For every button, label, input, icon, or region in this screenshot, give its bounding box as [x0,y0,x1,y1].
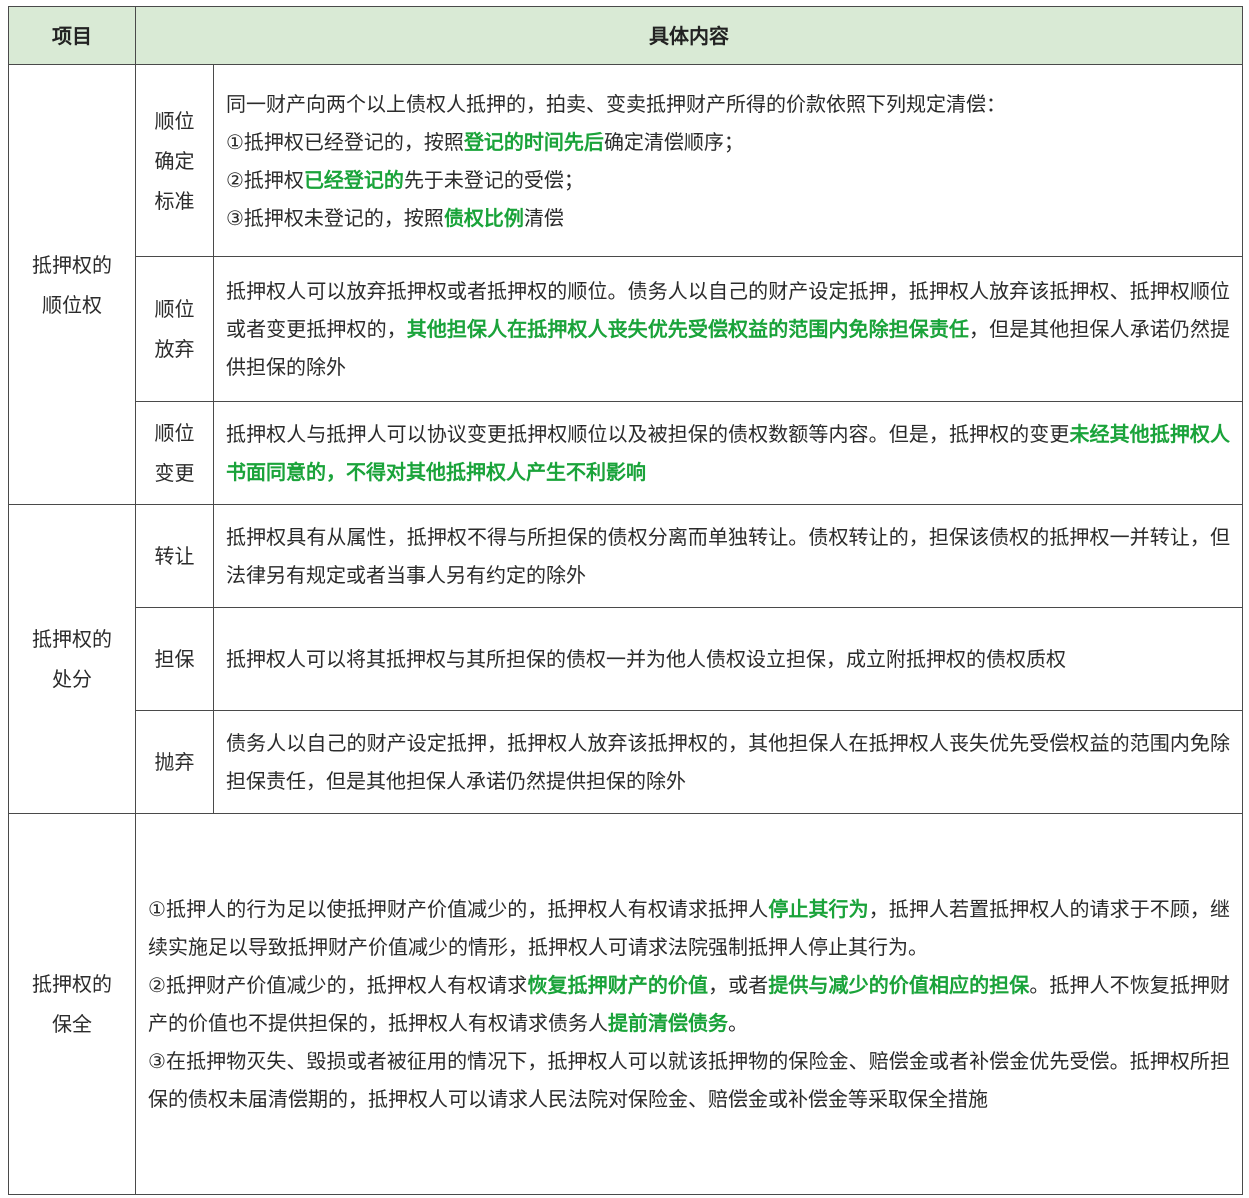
paragraph: ③抵押权未登记的，按照债权比例清偿 [226,199,1230,237]
content-change: 抵押权人与抵押人可以协议变更抵押权顺位以及被担保的债权数额等内容。但是，抵押权的… [213,401,1243,505]
text: ③在抵押物灭失、毁损或者被征用的情况下，抵押权人可以就该抵押物的保险金、赔偿金或… [148,1049,1230,1111]
legal-content-table: 项目 具体内容 抵押权的 顺位权 顺位 确定 标准 同一财产向两个以上债权人抵押… [8,6,1243,1195]
label-line: 标准 [154,188,195,213]
label-line: 放弃 [154,337,195,361]
table-row: 抛弃 债务人以自己的财产设定抵押，抵押权人放弃该抵押权的，其他担保人在抵押权人丧… [9,710,1243,814]
label-line: 处分 [52,667,92,691]
table-row: 担保 抵押权人可以将其抵押权与其所担保的债权一并为他人债权设立担保，成立附抵押权… [9,607,1243,711]
sub-label-standard: 顺位 确定 标准 [135,64,214,257]
paragraph: ①抵押权已经登记的，按照登记的时间先后确定清偿顺序； [226,123,1230,161]
table-row: 顺位 放弃 抵押权人可以放弃抵押权或者抵押权的顺位。债务人以自己的财产设定抵押，… [9,256,1243,402]
label-line: 抵押权的 [32,627,112,651]
table-row: 顺位 变更 抵押权人与抵押人可以协议变更抵押权顺位以及被担保的债权数额等内容。但… [9,401,1243,505]
header-item: 项目 [8,6,136,65]
label-line: 变更 [154,461,195,485]
table-row: 抵押权的 顺位权 顺位 确定 标准 同一财产向两个以上债权人抵押的，拍卖、变卖抵… [8,64,1243,505]
content-guarantee: 抵押权人可以将其抵押权与其所担保的债权一并为他人债权设立担保，成立附抵押权的债权… [213,607,1243,711]
label-line: 顺位权 [42,292,102,317]
label-line: 抵押权的 [32,252,112,277]
paragraph: ③在抵押物灭失、毁损或者被征用的情况下，抵押权人可以就该抵押物的保险金、赔偿金或… [148,1042,1230,1118]
highlight-text: 债权比例 [443,205,524,230]
highlight-text: 提供与减少的价值相应的担保 [768,973,1030,997]
label-line: 顺位 [154,108,195,133]
text: ②抵押财产价值减少的，抵押权人有权请求 [148,973,528,997]
paragraph: ①抵押人的行为足以使抵押财产价值减少的，抵押权人有权请求抵押人停止其行为，抵押人… [148,890,1230,966]
content-transfer: 抵押权具有从属性，抵押权不得与所担保的债权分离而单独转让。债权转让的，担保该债权… [213,504,1243,608]
header-content: 具体内容 [135,6,1243,65]
sub-label-guarantee: 担保 [135,607,214,711]
highlight-text: 登记的时间先后 [463,129,604,154]
table-header-row: 项目 具体内容 [8,6,1243,65]
table-row: 抵押权的 处分 转让 抵押权具有从属性，抵押权不得与所担保的债权分离而单独转让。… [8,504,1243,814]
table-row: 抵押权的 保全 ①抵押人的行为足以使抵押财产价值减少的，抵押权人有权请求抵押人停… [8,813,1243,1195]
text: 同一财产向两个以上债权人抵押的，拍卖、变卖抵押财产所得的价款依照下列规定清偿： [226,91,1006,116]
row-label-order-right: 抵押权的 顺位权 [8,64,136,505]
text: 确定清偿顺序； [603,129,744,154]
row-label-preservation: 抵押权的 保全 [8,813,136,1195]
sub-label-waive: 顺位 放弃 [135,256,214,402]
highlight-text: 停止其行为 [768,897,869,921]
paragraph: ②抵押财产价值减少的，抵押权人有权请求恢复抵押财产的价值，或者提供与减少的价值相… [148,966,1230,1042]
paragraph: 同一财产向两个以上债权人抵押的，拍卖、变卖抵押财产所得的价款依照下列规定清偿： [226,85,1230,123]
row-label-disposal: 抵押权的 处分 [8,504,136,814]
label-line: 顺位 [154,297,195,321]
content-preservation: ①抵押人的行为足以使抵押财产价值减少的，抵押权人有权请求抵押人停止其行为，抵押人… [135,813,1243,1195]
content-standard: 同一财产向两个以上债权人抵押的，拍卖、变卖抵押财产所得的价款依照下列规定清偿： … [213,64,1243,257]
label-line: 确定 [154,148,195,173]
content-waive: 抵押权人可以放弃抵押权或者抵押权的顺位。债务人以自己的财产设定抵押，抵押权人放弃… [213,256,1243,402]
highlight-text: 已经登记的 [303,167,404,192]
sub-label-transfer: 转让 [135,504,214,608]
text: ②抵押权 [226,167,304,192]
text: 。 [728,1011,748,1035]
text: ，或者 [708,973,769,997]
label-line: 顺位 [154,421,195,445]
label-line: 保全 [52,1012,92,1036]
label-line: 抵押权的 [32,972,112,996]
text: ①抵押权已经登记的，按照 [226,129,464,154]
paragraph: ②抵押权已经登记的先于未登记的受偿； [226,161,1230,199]
sub-label-change: 顺位 变更 [135,401,214,505]
text: 抵押权人与抵押人可以协议变更抵押权顺位以及被担保的债权数额等内容。但是，抵押权的… [226,422,1070,446]
text: ①抵押人的行为足以使抵押财产价值减少的，抵押权人有权请求抵押人 [148,897,769,921]
text: ③抵押权未登记的，按照 [226,205,444,230]
highlight-text: 提前清偿债务 [608,1011,728,1035]
content-abandon: 债务人以自己的财产设定抵押，抵押权人放弃该抵押权的，其他担保人在抵押权人丧失优先… [213,710,1243,814]
highlight-text: 恢复抵押财产的价值 [527,973,709,997]
highlight-text: 其他担保人在抵押权人丧失优先受偿权益的范围内免除担保责任 [406,317,970,341]
text: 先于未登记的受偿； [403,167,584,192]
text: 清偿 [523,205,564,230]
sub-label-abandon: 抛弃 [135,710,214,814]
